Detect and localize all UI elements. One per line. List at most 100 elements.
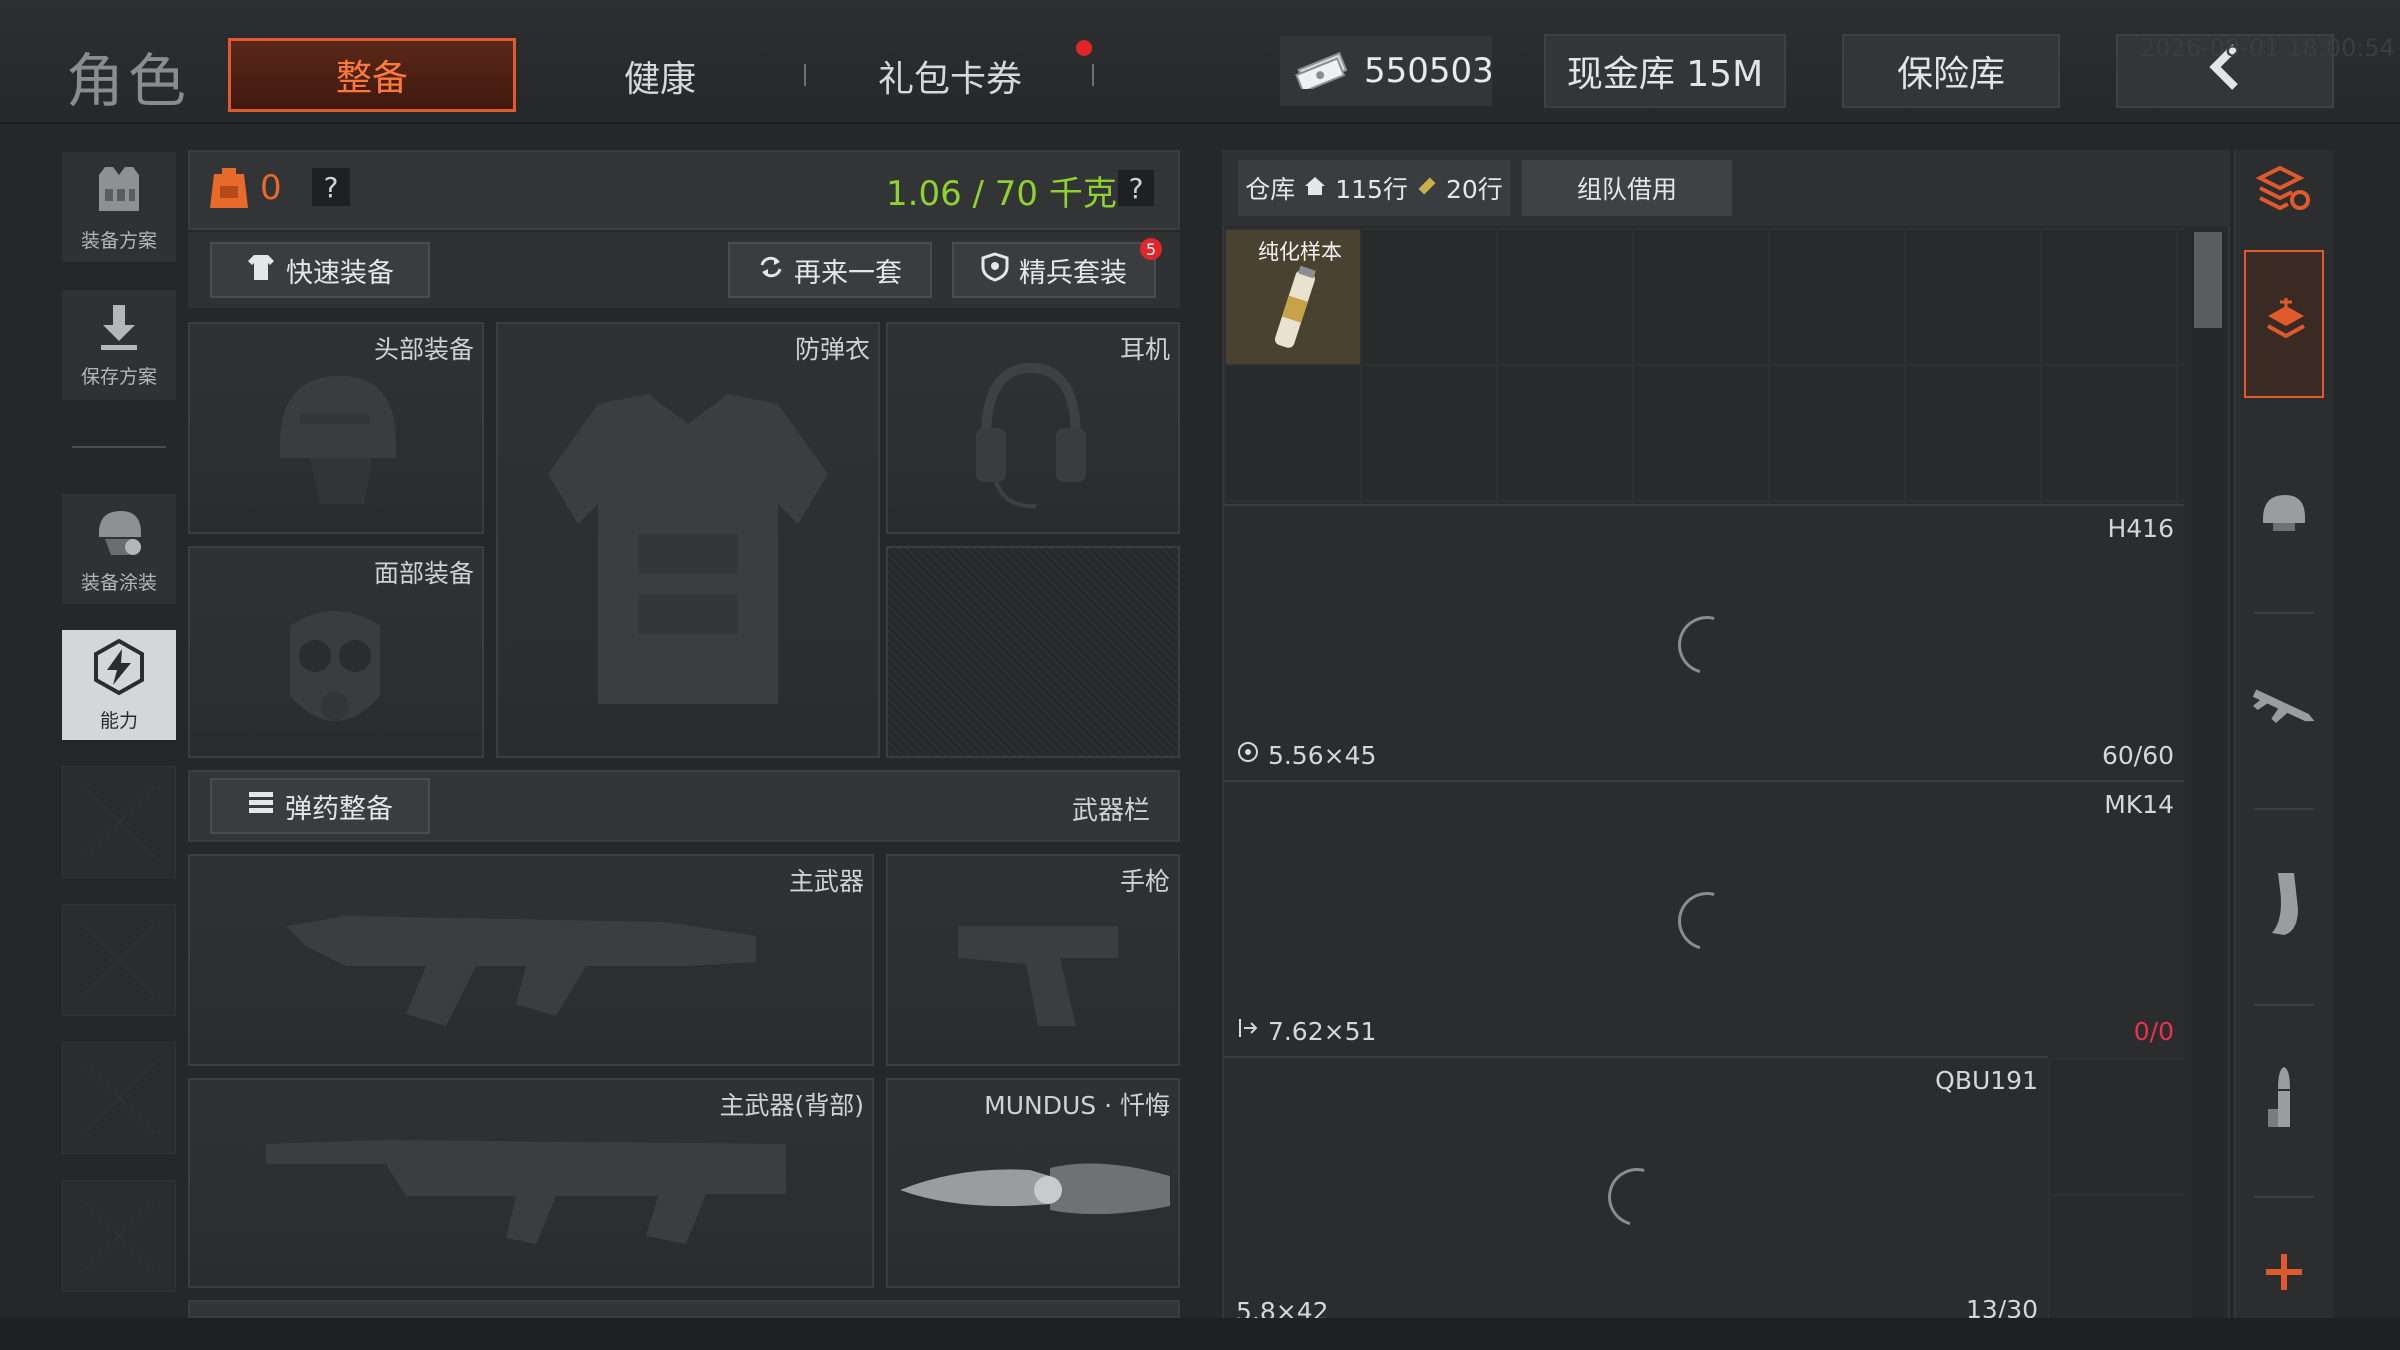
pistol-icon [958, 926, 1118, 1026]
weight-help-button[interactable]: ? [1118, 170, 1154, 206]
bullet-icon [2264, 1065, 2304, 1139]
pistol-label: 手枪 [1119, 867, 1170, 896]
filter-helmet-button[interactable] [2244, 444, 2324, 584]
warehouse-weapon-row[interactable]: MK14 7.62×51 0/0 [1224, 780, 2184, 1054]
armor-icon [548, 394, 828, 704]
elite-kit-label: 精兵套装 [1019, 257, 1127, 289]
weight-display: 1.06 / 70 千克 [886, 174, 1117, 214]
filter-divider [2254, 1004, 2314, 1006]
warehouse-scroll-thumb[interactable] [2194, 232, 2222, 328]
filter-divider [2254, 612, 2314, 614]
armor-slot[interactable]: 防弹衣 [496, 322, 880, 758]
rifle-icon [286, 916, 756, 1026]
layers-refresh-icon [2255, 164, 2312, 216]
helmet-icon [2259, 489, 2309, 539]
next-row-edge [188, 1300, 1180, 1318]
ticket-icon [1416, 174, 1438, 203]
team-borrow-tab[interactable]: 组队借用 [1522, 160, 1732, 216]
primary-weapon-label: 主武器 [788, 867, 864, 896]
tab-equip[interactable]: 整备 [228, 38, 516, 112]
elite-kit-button[interactable]: 精兵套装 [952, 242, 1156, 298]
loading-spinner-icon [1667, 605, 1747, 685]
empty-slot [62, 766, 176, 878]
vial-icon [1274, 265, 1316, 348]
save-plan-button[interactable]: 保存方案 [62, 290, 176, 400]
again-label: 再来一套 [794, 257, 902, 289]
filter-divider [2254, 1196, 2314, 1198]
armor-slot-label: 防弹衣 [794, 335, 870, 364]
gas-mask-icon [290, 611, 380, 721]
filter-all-button[interactable] [2244, 150, 2324, 230]
backpack-icon[interactable] [208, 164, 250, 214]
filter-magazine-button[interactable] [2244, 836, 2324, 976]
magazine-icon [2264, 869, 2304, 943]
crosshair-icon [1238, 742, 1258, 762]
page-title: 角色 [66, 47, 191, 115]
caliber-value: 7.62×51 [1267, 1017, 1377, 1046]
cash-vault-button[interactable]: 现金库 15M [1544, 34, 1786, 108]
primary-weapon-slot[interactable]: 主武器 [188, 854, 874, 1066]
knife-icon [900, 1163, 1170, 1215]
download-icon [95, 301, 143, 358]
weapon-bar-label: 武器栏 [1072, 796, 1151, 826]
quick-equip-button[interactable]: 快速装备 [210, 242, 430, 298]
helmet-icon [280, 376, 396, 504]
bottom-bar [0, 1318, 2400, 1350]
filter-rifle-button[interactable] [2244, 640, 2324, 780]
add-filter-button[interactable] [2244, 1232, 2324, 1316]
ability-button[interactable]: 能力 [62, 630, 176, 740]
safe-button[interactable]: 保险库 [1842, 34, 2060, 108]
loading-spinner-icon [1597, 1157, 1677, 1237]
primary-back-label: 主武器(背部) [719, 1091, 864, 1120]
tab-separator [1092, 64, 1094, 86]
purified-sample-item[interactable]: 纯化样本 [1226, 230, 1360, 364]
filter-divider [2254, 808, 2314, 810]
caliber-label: 7.62×51 [1236, 1016, 1376, 1046]
help-button[interactable]: ? [312, 168, 350, 206]
tab-gift-coupons[interactable]: 礼包卡券 [878, 50, 1022, 102]
equip-plan-label: 装备方案 [80, 230, 157, 252]
purified-sample-label: 纯化样本 [1258, 240, 1342, 264]
caliber-label: 5.56×45 [1236, 740, 1376, 770]
filter-bullet-button[interactable] [2244, 1032, 2324, 1172]
currency-value: 550503 [1364, 51, 1494, 91]
ammo-list-icon [247, 789, 275, 824]
tab-separator [804, 64, 806, 86]
primary-back-slot[interactable]: 主武器(背部) [188, 1078, 874, 1288]
ammo-equip-button[interactable]: 弹药整备 [210, 778, 430, 834]
pistol-slot[interactable]: 手枪 [886, 854, 1180, 1066]
again-button[interactable]: 再来一套 [728, 242, 932, 298]
elite-badge: 5 [1140, 238, 1162, 260]
quick-equip-label: 快速装备 [286, 257, 394, 289]
warehouse-tab-label: 仓库 [1245, 175, 1296, 204]
caliber-value: 5.56×45 [1267, 741, 1377, 770]
loading-spinner-icon [1667, 881, 1747, 961]
warehouse-rows-ticket: 20行 [1445, 175, 1503, 204]
ammo-count: 0/0 [2133, 1017, 2174, 1046]
headset-slot[interactable]: 耳机 [886, 322, 1180, 534]
notification-dot [1076, 40, 1092, 56]
face-slot-label: 面部装备 [373, 559, 474, 588]
plus-icon [2264, 1252, 2304, 1296]
warehouse-weapon-row[interactable]: QBU191 5.8×42 13/30 [1224, 1056, 2048, 1326]
bolt-hexagon-icon [89, 637, 149, 702]
backpack-count: 0 [260, 168, 282, 208]
headset-slot-label: 耳机 [1119, 335, 1170, 364]
warehouse-rows-home: 115行 [1335, 175, 1408, 204]
warehouse-scrollbar[interactable] [2192, 232, 2224, 1322]
currency-display[interactable]: 550503 [1280, 36, 1494, 106]
filter-stack-button[interactable] [2244, 250, 2324, 398]
cash-icon [1294, 49, 1350, 94]
tab-health[interactable]: 健康 [624, 50, 696, 102]
melee-slot[interactable]: MUNDUS · 忏悔 [886, 1078, 1180, 1288]
shield-icon [981, 251, 1009, 289]
warehouse-weapon-row[interactable]: H416 5.56×45 60/60 [1224, 504, 2184, 778]
equip-plan-button[interactable]: 装备方案 [62, 152, 176, 262]
weapon-name: H416 [2107, 514, 2174, 543]
warehouse-tab[interactable]: 仓库 115行 20行 [1238, 160, 1510, 216]
head-slot[interactable]: 头部装备 [188, 322, 484, 534]
equip-paint-button[interactable]: 装备涂装 [62, 494, 176, 604]
vest-icon [91, 161, 147, 222]
stack-icon [2264, 298, 2308, 352]
face-slot[interactable]: 面部装备 [188, 546, 484, 758]
